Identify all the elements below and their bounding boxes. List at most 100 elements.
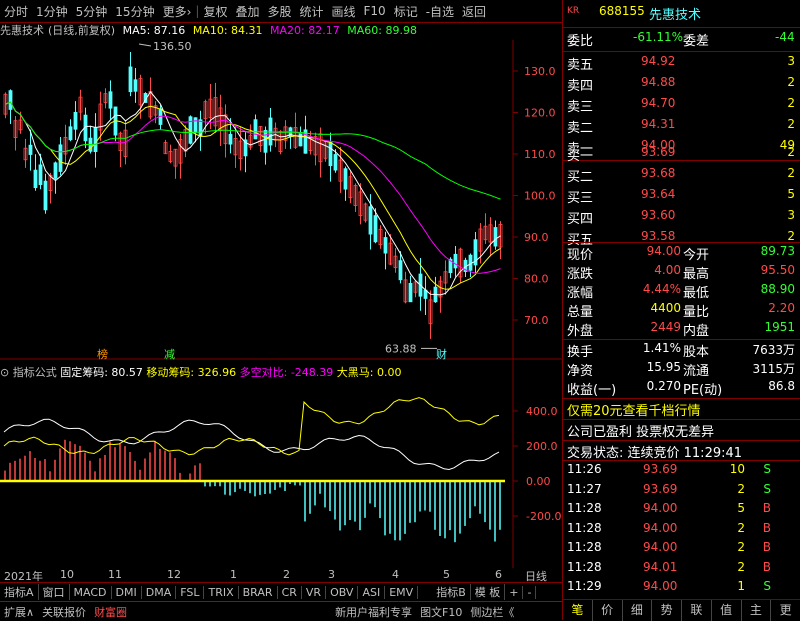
stat-label: 涨幅 [567, 286, 594, 301]
stat-label: PE(动) [683, 383, 723, 398]
date-axis-label: 6 [495, 568, 502, 581]
status-bar: 扩展∧ 关联报价 财富圈 新用户福利专享 图文F10 侧边栏《 [0, 601, 562, 621]
candle-body [228, 133, 233, 145]
toolbar-item[interactable]: F10 [360, 4, 390, 18]
indicator-chart[interactable]: 400.0 200.0 0.00 -200.0 [0, 360, 562, 568]
indicator-tab[interactable]: DMI [112, 585, 142, 599]
stat-value: 86.8 [768, 379, 795, 393]
stat-row: 涨跌 4.00 最高 95.50 [563, 263, 800, 283]
indicator-tab[interactable]: OBV [326, 585, 359, 599]
toolbar-item[interactable]: 1分钟 [32, 3, 72, 20]
stat-value: 2.20 [768, 301, 795, 315]
tick-volume: 5 [737, 501, 745, 515]
panel-divider [563, 440, 800, 441]
candle-body [253, 119, 258, 140]
indicator-tab[interactable]: TRIX [204, 585, 239, 599]
quote-bottom-tab[interactable]: 联 [682, 600, 712, 621]
toolbar-item[interactable]: 叠加 [231, 3, 263, 20]
indicator-tab[interactable]: VR [302, 585, 327, 599]
stat-value: 4.00 [654, 263, 681, 277]
status-bar-item[interactable]: 关联报价 [38, 604, 90, 620]
stat-value: 3115万 [752, 362, 795, 376]
tick-row: 11:28 94.00 2 B [563, 540, 800, 560]
quote-bottom-tab[interactable]: 更 [771, 600, 800, 621]
quote-bottom-tab[interactable]: 势 [652, 600, 682, 621]
toolbar-item[interactable]: 复权 [199, 3, 231, 20]
indicator-tab[interactable]: FSL [176, 585, 205, 599]
toolbar-item[interactable]: 画线 [328, 3, 360, 20]
date-axis-label: 1 [230, 568, 237, 581]
thousand-level-promo-link[interactable]: 仅需20元查看千档行情 [567, 400, 701, 419]
quote-bottom-tab[interactable]: 笔 [563, 600, 593, 621]
quote-bottom-tab[interactable]: 细 [623, 600, 653, 621]
date-axis-label: 4 [392, 568, 399, 581]
bid-price: 93.60 [641, 208, 676, 222]
status-bar-item[interactable]: 扩展∧ [0, 604, 38, 620]
indicator-tab[interactable]: BRAR [239, 585, 278, 599]
indicator-tab[interactable]: CR [278, 585, 302, 599]
indicator-tab[interactable]: 指标A [0, 584, 39, 600]
toolbar-item[interactable]: 更多› [159, 3, 196, 20]
indicator-tab[interactable]: MACD [70, 585, 112, 599]
low-price-label: 63.88 [385, 342, 417, 355]
tick-price: 93.69 [643, 481, 678, 496]
indicator-tab[interactable]: 窗口 [39, 584, 70, 600]
ask-row: 卖四 94.88 2 [563, 75, 800, 95]
bid-row: 买二 93.68 2 [563, 166, 800, 186]
event-tag-finance[interactable]: 财 [436, 347, 447, 360]
status-bar-item[interactable]: 图文F10 [416, 604, 466, 620]
indicator-tab[interactable]: DMA [142, 585, 177, 599]
indicator-tab[interactable]: - [523, 585, 537, 599]
quote-bottom-tab[interactable]: 价 [593, 600, 623, 621]
toolbar-item[interactable]: 统计 [295, 3, 327, 20]
indicator-tab[interactable]: 模 板 [471, 584, 506, 600]
bid-volume: 5 [787, 187, 795, 201]
toolbar-item[interactable]: 分时 [0, 3, 32, 20]
toolbar-item[interactable]: 多股 [263, 3, 295, 20]
candle-body [263, 129, 268, 153]
stat-value: 15.95 [646, 360, 681, 374]
candle-body [328, 141, 333, 167]
candlestick-chart[interactable]: 130.0 120.0 110.0 100.0 90.0 80.0 70.0 136.50 63… [0, 40, 562, 360]
tick-price: 94.00 [643, 501, 678, 515]
bid-volume: 2 [787, 166, 795, 180]
candle-body [333, 154, 338, 171]
toolbar-item[interactable]: 5分钟 [72, 3, 112, 20]
candle-body [43, 180, 48, 211]
chart-mode[interactable]: (日线,前复权) [48, 24, 115, 37]
stat-value: 95.50 [760, 263, 795, 277]
status-bar-item[interactable]: 财富圈 [90, 604, 131, 620]
ask-label: 卖二 [567, 121, 594, 136]
status-bar-item[interactable]: 侧边栏《 [466, 604, 518, 620]
toolbar-item[interactable]: 15分钟 [111, 3, 158, 20]
tick-direction: B [762, 540, 771, 554]
toolbar-item[interactable]: 标记 [390, 3, 422, 20]
indicator-tab[interactable]: 指标B [432, 584, 471, 600]
candle-body [58, 144, 63, 172]
tick-time: 11:28 [567, 559, 602, 574]
indicator-expand-icon[interactable]: ⊙ [0, 366, 9, 379]
candle-body [398, 260, 403, 281]
quote-bottom-tab[interactable]: 主 [742, 600, 772, 621]
event-tag-rank[interactable]: 榜 [97, 347, 108, 360]
long-short-ratio-value: 多空对比: -248.39 [239, 366, 334, 379]
date-axis-label: 11 [108, 568, 122, 581]
indicator-formula-label[interactable]: 指标公式 [13, 366, 57, 379]
weibi-row: 委比 -61.11% 委差 -44 [563, 30, 800, 50]
stat-label: 总量 [567, 305, 594, 320]
candle-body [408, 282, 413, 303]
indicator-tab[interactable]: + [505, 585, 524, 599]
bid-price: 93.58 [641, 229, 676, 243]
tick-row: 11:26 93.69 10 S [563, 462, 800, 482]
tick-price: 94.01 [643, 559, 678, 574]
weicha-label: 委差 [683, 34, 710, 49]
indicator-tab[interactable]: EMV [385, 585, 419, 599]
indicator-tab[interactable]: ASI [358, 585, 386, 599]
toolbar-item[interactable]: -自选 [422, 3, 458, 20]
status-bar-item[interactable]: 新用户福利专享 [331, 604, 416, 620]
event-tag-reduce[interactable]: 减 [164, 348, 175, 360]
quote-bottom-tab[interactable]: 值 [712, 600, 742, 621]
tick-direction: B [762, 501, 771, 515]
candle-body [53, 162, 58, 179]
toolbar-item[interactable]: 返回 [458, 3, 490, 20]
